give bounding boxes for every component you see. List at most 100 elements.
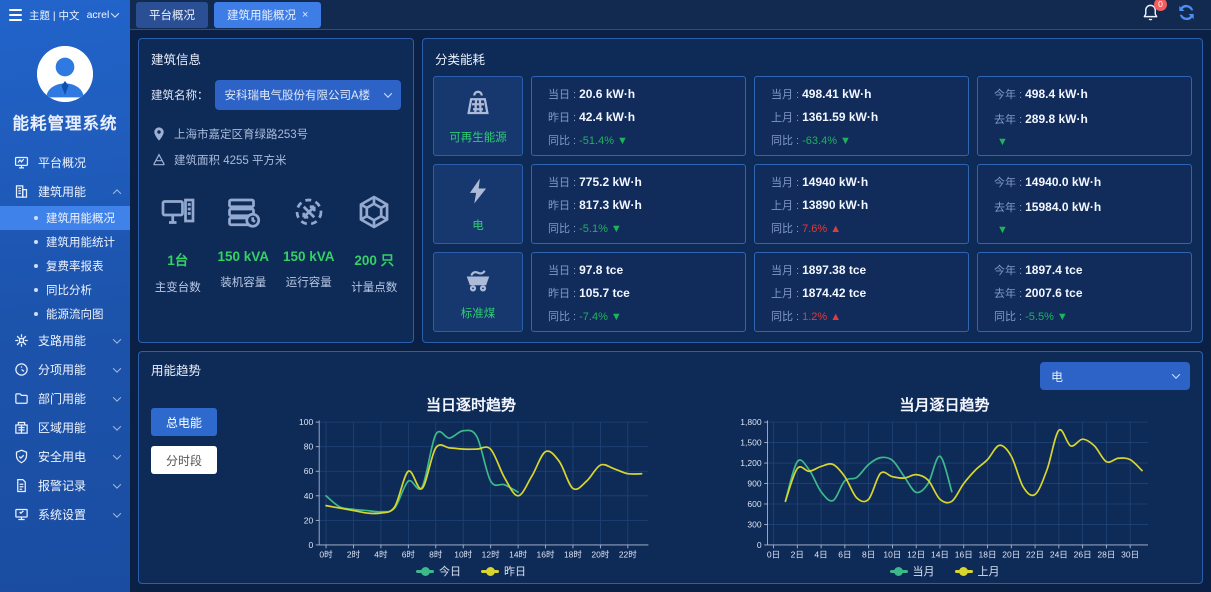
legend-item[interactable]: 昨日 [481,563,526,579]
trend-mode-button-0[interactable]: 总电能 [151,408,217,436]
user-menu[interactable]: acrel [87,9,119,21]
trend-line: 同比 :7.6% ▲ [771,220,952,236]
stat-line: 去年 :289.8 kW·h [994,111,1175,127]
chevron-down-icon [113,393,121,401]
svg-text:18时: 18时 [564,550,582,560]
stat-line: 上月 :1874.42 tce [771,285,952,301]
svg-text:300: 300 [747,519,761,529]
energy-stat-card: 当月 :14940 kW·h上月 :13890 kW·h 同比 :7.6% ▲ [754,164,969,244]
tab-bar: 平台概况 建筑用能概况 × 0 [130,0,1211,30]
sidebar-item-8[interactable]: 系统设置 [0,500,130,529]
sidebar-item-1[interactable]: 建筑用能 [0,177,130,206]
notification-badge: 0 [1154,0,1167,11]
building-area: 建筑面积 4255 平方米 [174,152,286,168]
tab-1[interactable]: 建筑用能概况 × [214,2,321,28]
svg-text:20时: 20时 [591,550,609,560]
sidebar-item-0[interactable]: 平台概况 [0,148,130,177]
close-icon[interactable]: × [302,9,308,21]
legend-label: 上月 [978,563,1000,579]
building-name-value: 安科瑞电气股份有限公司A楼 [225,87,371,103]
sidebar-subitem-label: 建筑用能概况 [46,210,115,226]
legend-item[interactable]: 上月 [955,563,1000,579]
svg-text:28日: 28日 [1097,550,1115,560]
theme-language-label[interactable]: 主题 | 中文 [29,8,80,23]
category-row: 标准煤当日 :97.8 tce昨日 :105.7 tce 同比 :-7.4% ▼… [433,252,1192,332]
stat-line: 当月 :498.41 kW·h [771,86,952,102]
category-energy-panel: 分类能耗 可再生能源当日 :20.6 kW·h昨日 :42.4 kW·h 同比 … [422,38,1203,343]
svg-text:40: 40 [304,491,314,501]
sidebar-item-3[interactable]: 分项用能 [0,355,130,384]
stat-line: 昨日 :42.4 kW·h [548,109,729,125]
stat-line: 昨日 :105.7 tce [548,285,729,301]
sidebar-subitem[interactable]: 复费率报表 [0,254,130,278]
trend-mode-button-1[interactable]: 分时段 [151,446,217,474]
legend-label: 当月 [913,563,935,579]
coal-icon [463,264,493,299]
bullet-icon [34,288,38,292]
sidebar-item-label: 建筑用能 [38,183,105,200]
legend-item[interactable]: 今日 [416,563,461,579]
chart-legend: 今日 昨日 [416,563,526,579]
location-pin-icon [151,126,167,142]
sidebar-subitem[interactable]: 建筑用能统计 [0,230,130,254]
stat-line: 今年 :14940.0 kW·h [994,174,1175,190]
sidebar-item-2[interactable]: 支路用能 [0,326,130,355]
line-chart: 0204060801000时2时4时6时8时10时12时14时16时18时20时… [251,417,691,562]
menu-toggle-icon[interactable] [9,9,22,21]
legend-item[interactable]: 当月 [890,563,935,579]
energy-stat-card: 当日 :20.6 kW·h昨日 :42.4 kW·h 同比 :-51.4% ▼ [531,76,746,156]
svg-text:14时: 14时 [509,550,527,560]
sidebar-item-6[interactable]: 安全用电 [0,442,130,471]
stat-line: 当日 :97.8 tce [548,262,729,278]
tab-0[interactable]: 平台概况 [136,2,208,28]
building-name-select[interactable]: 安科瑞电气股份有限公司A楼 [215,80,402,110]
refresh-icon[interactable] [1176,2,1197,28]
sidebar-item-5[interactable]: 区域用能 [0,413,130,442]
sidebar-subitem[interactable]: 同比分析 [0,278,130,302]
category-name: 标准煤 [461,305,496,321]
trend-line: 同比 :-51.4% ▼ [548,132,729,148]
svg-text:2时: 2时 [347,550,361,560]
avatar [37,46,93,102]
energy-stat-card: 今年 :14940.0 kW·h去年 :15984.0 kW·h ▼ [977,164,1192,244]
svg-text:18日: 18日 [978,550,996,560]
electricity-icon [463,176,493,211]
building-address: 上海市嘉定区育绿路253号 [174,126,308,142]
settings-icon [13,507,29,523]
transformer-icon [145,194,211,235]
building-stat: 1台 主变台数 [145,194,211,295]
stat-line: 去年 :15984.0 kW·h [994,199,1175,215]
category-cell: 电 [433,164,523,244]
stat-label: 运行容量 [276,274,342,290]
document-icon [13,478,29,494]
energy-stat-card: 今年 :1897.4 tce去年 :2007.6 tce 同比 :-5.5% ▼ [977,252,1192,332]
bullet-icon [34,312,38,316]
sidebar-item-7[interactable]: 报警记录 [0,471,130,500]
tabs: 平台概况 建筑用能概况 × [136,2,321,28]
trend-line: 同比 :-5.1% ▼ [548,220,729,236]
category-name: 电 [472,217,484,233]
sidebar: 主题 | 中文 acrel 能耗管理系统 平台概况 建筑用能 建筑用能概况 建筑… [0,0,130,592]
svg-text:6时: 6时 [402,550,416,560]
trend-title: 用能趋势 [151,360,201,379]
svg-text:100: 100 [299,417,313,427]
building-stat: 200 只 计量点数 [342,194,408,295]
category-energy-title: 分类能耗 [423,39,1202,74]
svg-text:80: 80 [304,442,314,452]
energy-type-select[interactable]: 电 [1040,362,1190,390]
sidebar-subitem[interactable]: 建筑用能概况 [0,206,130,230]
region-icon [13,420,29,436]
sidebar-subitem-label: 复费率报表 [46,258,104,274]
stat-value: 150 kVA [276,249,342,264]
notification-bell-icon[interactable]: 0 [1141,3,1160,27]
sidebar-item-4[interactable]: 部门用能 [0,384,130,413]
svg-text:0: 0 [756,540,761,550]
svg-text:4日: 4日 [814,550,827,560]
chart-1: 当月逐日趋势 03006009001,2001,5001,8000日2日4日6日… [691,390,1198,579]
trend-line: ▼ [994,136,1175,148]
stat-line: 上月 :13890 kW·h [771,197,952,213]
category-cell: 可再生能源 [433,76,523,156]
line-chart: 03006009001,2001,5001,8000日2日4日6日8日10日12… [695,417,1195,562]
sidebar-subitem[interactable]: 能源流向图 [0,302,130,326]
legend-marker-icon [955,570,973,573]
